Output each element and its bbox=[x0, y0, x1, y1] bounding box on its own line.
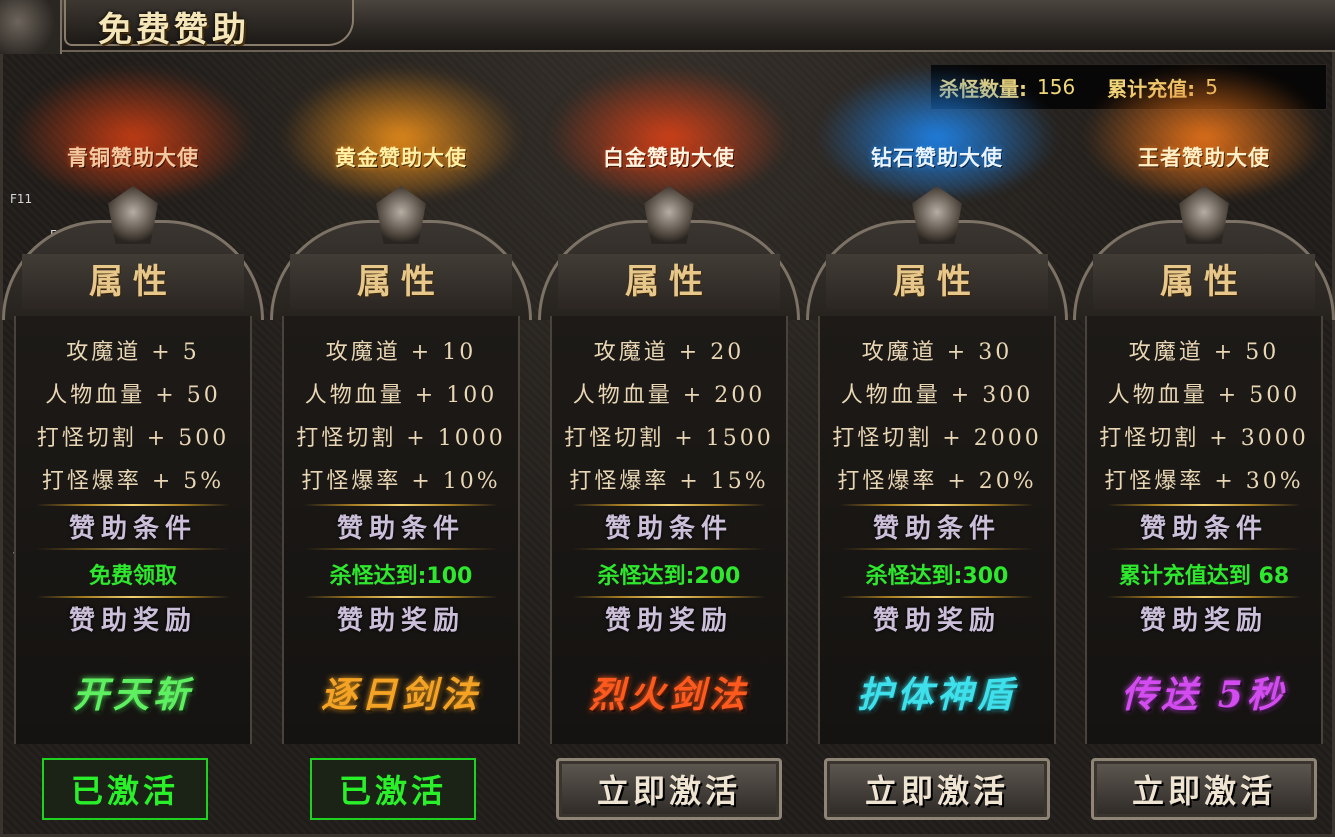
divider bbox=[1107, 504, 1301, 506]
sponsor-card: 白金赞助大使属性攻魔道 + 20 人物血量 + 200 打怪切割 + 1500 打怪爆… bbox=[538, 60, 800, 837]
attribute-row: 攻魔道 + 20 bbox=[593, 339, 745, 365]
reward-skill: 传送 5秒 bbox=[1121, 674, 1287, 716]
attribute-row: 打怪爆率 + 15% bbox=[569, 468, 769, 494]
attribute-title: 属性 bbox=[558, 254, 780, 310]
reward-skill: 开天斩 bbox=[72, 674, 193, 716]
condition-title: 赞助条件 bbox=[872, 514, 1001, 544]
attribute-row: 人物血量 + 300 bbox=[840, 382, 1034, 408]
attribute-title: 属性 bbox=[290, 254, 512, 310]
attribute-row: 人物血量 + 200 bbox=[572, 382, 766, 408]
attribute-row: 打怪切割 + 2000 bbox=[832, 425, 1042, 451]
attribute-row: 攻魔道 + 50 bbox=[1128, 339, 1280, 365]
divider bbox=[304, 548, 498, 550]
divider bbox=[840, 596, 1034, 598]
activated-button[interactable]: 已激活 bbox=[310, 758, 476, 820]
reward-title: 赞助奖励 bbox=[872, 606, 1001, 636]
condition-title: 赞助条件 bbox=[336, 514, 465, 544]
rank-glow bbox=[548, 66, 790, 196]
condition-text: 累计充值达到 68 bbox=[1118, 564, 1290, 589]
attribute-row: 攻魔道 + 30 bbox=[861, 339, 1013, 365]
attribute-row: 攻魔道 + 10 bbox=[325, 339, 477, 365]
divider bbox=[572, 504, 766, 506]
divider bbox=[840, 504, 1034, 506]
card-panel: 攻魔道 + 5 人物血量 + 50 打怪切割 + 500 打怪爆率 + 5% 赞助条件免… bbox=[14, 316, 252, 744]
divider bbox=[572, 596, 766, 598]
card-panel: 攻魔道 + 20 人物血量 + 200 打怪切割 + 1500 打怪爆率 + 15% 赞… bbox=[550, 316, 788, 744]
condition-text: 杀怪达到:200 bbox=[597, 564, 741, 589]
attribute-list: 攻魔道 + 30 人物血量 + 300 打怪切割 + 2000 打怪爆率 + 20% bbox=[820, 328, 1054, 500]
condition-text: 杀怪达到:300 bbox=[865, 564, 1009, 589]
attribute-row: 打怪爆率 + 30% bbox=[1104, 468, 1304, 494]
card-panel: 攻魔道 + 50 人物血量 + 500 打怪切割 + 3000 打怪爆率 + 30% 赞… bbox=[1085, 316, 1323, 744]
attribute-row: 打怪爆率 + 20% bbox=[837, 468, 1037, 494]
divider bbox=[304, 596, 498, 598]
attribute-row: 打怪爆率 + 5% bbox=[41, 468, 225, 494]
rank-title: 白金赞助大使 bbox=[603, 145, 735, 170]
rank-glow bbox=[816, 66, 1058, 196]
rank-title: 钻石赞助大使 bbox=[871, 145, 1003, 170]
divider bbox=[840, 548, 1034, 550]
card-panel: 攻魔道 + 10 人物血量 + 100 打怪切割 + 1000 打怪爆率 + 10% 赞… bbox=[282, 316, 520, 744]
divider bbox=[36, 596, 230, 598]
condition-text: 免费领取 bbox=[88, 564, 177, 589]
card-panel: 攻魔道 + 30 人物血量 + 300 打怪切割 + 2000 打怪爆率 + 20% 赞… bbox=[818, 316, 1056, 744]
divider bbox=[1107, 596, 1301, 598]
attribute-row: 攻魔道 + 5 bbox=[66, 339, 200, 365]
reward-skill: 护体神盾 bbox=[856, 674, 1017, 716]
attribute-row: 人物血量 + 500 bbox=[1107, 382, 1301, 408]
rank-title: 王者赞助大使 bbox=[1138, 145, 1270, 170]
attribute-list: 攻魔道 + 50 人物血量 + 500 打怪切割 + 3000 打怪爆率 + 30% bbox=[1087, 328, 1321, 500]
divider bbox=[304, 504, 498, 506]
attribute-title: 属性 bbox=[22, 254, 244, 310]
attribute-row: 打怪爆率 + 10% bbox=[301, 468, 501, 494]
attribute-row: 人物血量 + 50 bbox=[45, 382, 221, 408]
reward-title: 赞助奖励 bbox=[1139, 606, 1268, 636]
condition-title: 赞助条件 bbox=[1139, 514, 1268, 544]
divider bbox=[572, 548, 766, 550]
attribute-row: 打怪切割 + 1500 bbox=[564, 425, 774, 451]
reward-title: 赞助奖励 bbox=[604, 606, 733, 636]
divider bbox=[36, 504, 230, 506]
reward-skill: 烈火剑法 bbox=[588, 674, 749, 716]
window-title: 免费赞助 bbox=[98, 10, 250, 50]
condition-title: 赞助条件 bbox=[604, 514, 733, 544]
divider bbox=[36, 548, 230, 550]
attribute-row: 打怪切割 + 3000 bbox=[1099, 425, 1309, 451]
sponsor-card: 钻石赞助大使属性攻魔道 + 30 人物血量 + 300 打怪切割 + 2000 打怪爆… bbox=[806, 60, 1068, 837]
rank-glow bbox=[1083, 66, 1325, 196]
rank-title: 青铜赞助大使 bbox=[67, 145, 199, 170]
activate-now-button[interactable]: 立即激活 bbox=[556, 758, 782, 820]
condition-title: 赞助条件 bbox=[68, 514, 197, 544]
attribute-row: 打怪切割 + 500 bbox=[36, 425, 230, 451]
reward-title: 赞助奖励 bbox=[336, 606, 465, 636]
sponsor-card: 青铜赞助大使属性攻魔道 + 5 人物血量 + 50 打怪切割 + 500 打怪爆率 +… bbox=[2, 60, 264, 837]
reward-title: 赞助奖励 bbox=[68, 606, 197, 636]
condition-text: 杀怪达到:100 bbox=[329, 564, 473, 589]
rank-glow bbox=[280, 66, 522, 196]
activate-now-button[interactable]: 立即激活 bbox=[1091, 758, 1317, 820]
attribute-row: 人物血量 + 100 bbox=[304, 382, 498, 408]
dragon-ornament-icon bbox=[0, 0, 62, 54]
activate-now-button[interactable]: 立即激活 bbox=[824, 758, 1050, 820]
activated-button[interactable]: 已激活 bbox=[42, 758, 208, 820]
divider bbox=[1107, 548, 1301, 550]
attribute-list: 攻魔道 + 20 人物血量 + 200 打怪切割 + 1500 打怪爆率 + 15% bbox=[552, 328, 786, 500]
sponsor-card: 王者赞助大使属性攻魔道 + 50 人物血量 + 500 打怪切割 + 3000 打怪爆… bbox=[1073, 60, 1335, 837]
reward-skill: 逐日剑法 bbox=[320, 674, 481, 716]
attribute-title: 属性 bbox=[1093, 254, 1315, 310]
attribute-list: 攻魔道 + 5 人物血量 + 50 打怪切割 + 500 打怪爆率 + 5% bbox=[16, 328, 250, 500]
rank-glow bbox=[12, 66, 254, 196]
rank-title: 黄金赞助大使 bbox=[335, 145, 467, 170]
sponsor-card: 黄金赞助大使属性攻魔道 + 10 人物血量 + 100 打怪切割 + 1000 打怪爆… bbox=[270, 60, 532, 837]
attribute-title: 属性 bbox=[826, 254, 1048, 310]
attribute-list: 攻魔道 + 10 人物血量 + 100 打怪切割 + 1000 打怪爆率 + 10% bbox=[284, 328, 518, 500]
attribute-row: 打怪切割 + 1000 bbox=[296, 425, 506, 451]
